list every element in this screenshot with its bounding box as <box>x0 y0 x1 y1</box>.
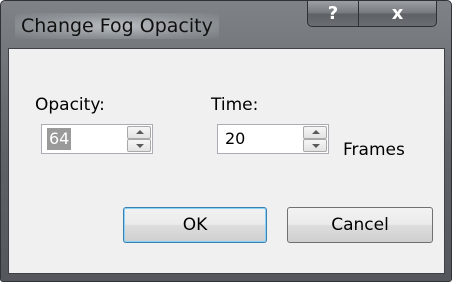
opacity-spinbox[interactable]: 64 <box>41 124 153 154</box>
ok-button[interactable]: OK <box>123 207 267 243</box>
help-icon: ? <box>327 3 339 24</box>
time-label: Time: <box>211 95 259 115</box>
opacity-up-arrow-icon[interactable] <box>127 126 151 139</box>
time-up-arrow-icon[interactable] <box>303 126 327 139</box>
title-bar[interactable]: Change Fog Opacity ? x <box>1 1 451 47</box>
opacity-down-arrow-icon[interactable] <box>127 139 151 152</box>
time-down-arrow-icon[interactable] <box>303 139 327 152</box>
close-button[interactable]: x <box>359 1 437 27</box>
dialog-body: Opacity: 64 Time: 20 Frames OK Cancel <box>8 48 445 274</box>
cancel-button[interactable]: Cancel <box>287 207 433 243</box>
dialog-title: Change Fog Opacity <box>15 13 219 39</box>
opacity-value[interactable]: 64 <box>47 128 72 150</box>
time-spinbox[interactable]: 20 <box>217 124 329 154</box>
dialog-window: Change Fog Opacity ? x Opacity: 64 Time:… <box>0 0 452 282</box>
close-icon: x <box>391 3 404 24</box>
time-unit-label: Frames <box>343 140 405 160</box>
time-value[interactable]: 20 <box>225 125 245 153</box>
help-button[interactable]: ? <box>307 1 359 27</box>
opacity-label: Opacity: <box>35 95 105 115</box>
opacity-spin-arrows <box>127 126 151 152</box>
time-spin-arrows <box>303 126 327 152</box>
title-bar-controls: ? x <box>307 1 437 27</box>
